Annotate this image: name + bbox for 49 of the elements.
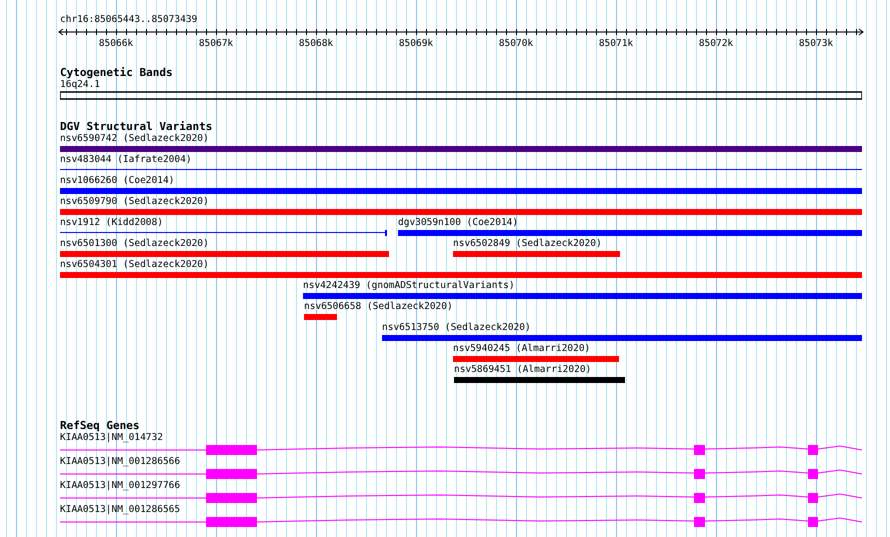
tick-label: 85066k xyxy=(98,38,134,50)
variant-label: nsv6506658 (Sedlazeck2020) xyxy=(304,301,453,313)
tick-label: 85069k xyxy=(398,38,434,50)
variant-bar[interactable] xyxy=(60,188,862,194)
track-title: DGV Structural Variants xyxy=(60,121,212,133)
variant-label: nsv1912 (Kidd2008) xyxy=(60,217,163,229)
variant-bar[interactable] xyxy=(398,230,862,236)
gene-label: KIAA0513|NM_001286565 xyxy=(60,504,180,516)
variant-label: dgv3059n100 (Coe2014) xyxy=(398,217,518,229)
tick-label: 85073k xyxy=(798,38,834,50)
variant-label: nsv5940245 (Almarri2020) xyxy=(453,343,590,355)
variant-label: nsv6509790 (Sedlazeck2020) xyxy=(60,196,209,208)
variant-bar[interactable] xyxy=(382,335,862,341)
variant-label: nsv6513750 (Sedlazeck2020) xyxy=(382,322,531,334)
variant-bar[interactable] xyxy=(304,314,337,320)
variant-label: nsv5869451 (Almarri2020) xyxy=(454,364,592,376)
track-title: RefSeq Genes xyxy=(60,420,140,432)
tick-label: 85072k xyxy=(698,38,734,50)
tick-label: 85071k xyxy=(598,38,634,50)
variant-bar[interactable] xyxy=(453,251,620,257)
variant-bar[interactable] xyxy=(453,356,619,362)
gene-model-drawing[interactable] xyxy=(60,468,862,480)
tick-label: 85068k xyxy=(298,38,334,50)
location-label: chr16:85065443..85073439 xyxy=(60,14,198,26)
tick-label: 85067k xyxy=(198,38,234,50)
variant-bar[interactable] xyxy=(60,209,862,215)
variant-line[interactable] xyxy=(60,230,387,236)
variant-bar[interactable] xyxy=(60,146,862,152)
variant-bar[interactable] xyxy=(303,293,862,299)
variant-label: nsv6590742 (Sedlazeck2020) xyxy=(60,133,209,145)
variant-label: nsv6502849 (Sedlazeck2020) xyxy=(453,238,602,250)
band-label: 16q24.1 xyxy=(60,79,100,91)
gene-label: KIAA0513|NM_014732 xyxy=(60,432,163,444)
variant-bar[interactable] xyxy=(60,272,862,278)
gene-model-drawing[interactable] xyxy=(60,444,862,456)
gene-label: KIAA0513|NM_001297766 xyxy=(60,480,180,492)
variant-line[interactable] xyxy=(60,167,862,173)
variant-bar[interactable] xyxy=(60,251,389,257)
gene-label: KIAA0513|NM_001286566 xyxy=(60,456,180,468)
gene-model-drawing[interactable] xyxy=(60,492,862,504)
tick-label: 85070k xyxy=(498,38,534,50)
variant-bar[interactable] xyxy=(454,377,625,383)
variant-label: nsv6504301 (Sedlazeck2020) xyxy=(60,259,209,271)
variant-label: nsv483044 (Iafrate2004) xyxy=(60,154,192,166)
variant-label: nsv6501300 (Sedlazeck2020) xyxy=(60,238,209,250)
variant-label: nsv1066260 (Coe2014) xyxy=(60,175,174,187)
gene-model-drawing[interactable] xyxy=(60,516,862,528)
variant-label: nsv4242439 (gnomADStructuralVariants) xyxy=(303,280,515,292)
track-title: Cytogenetic Bands xyxy=(60,67,173,79)
